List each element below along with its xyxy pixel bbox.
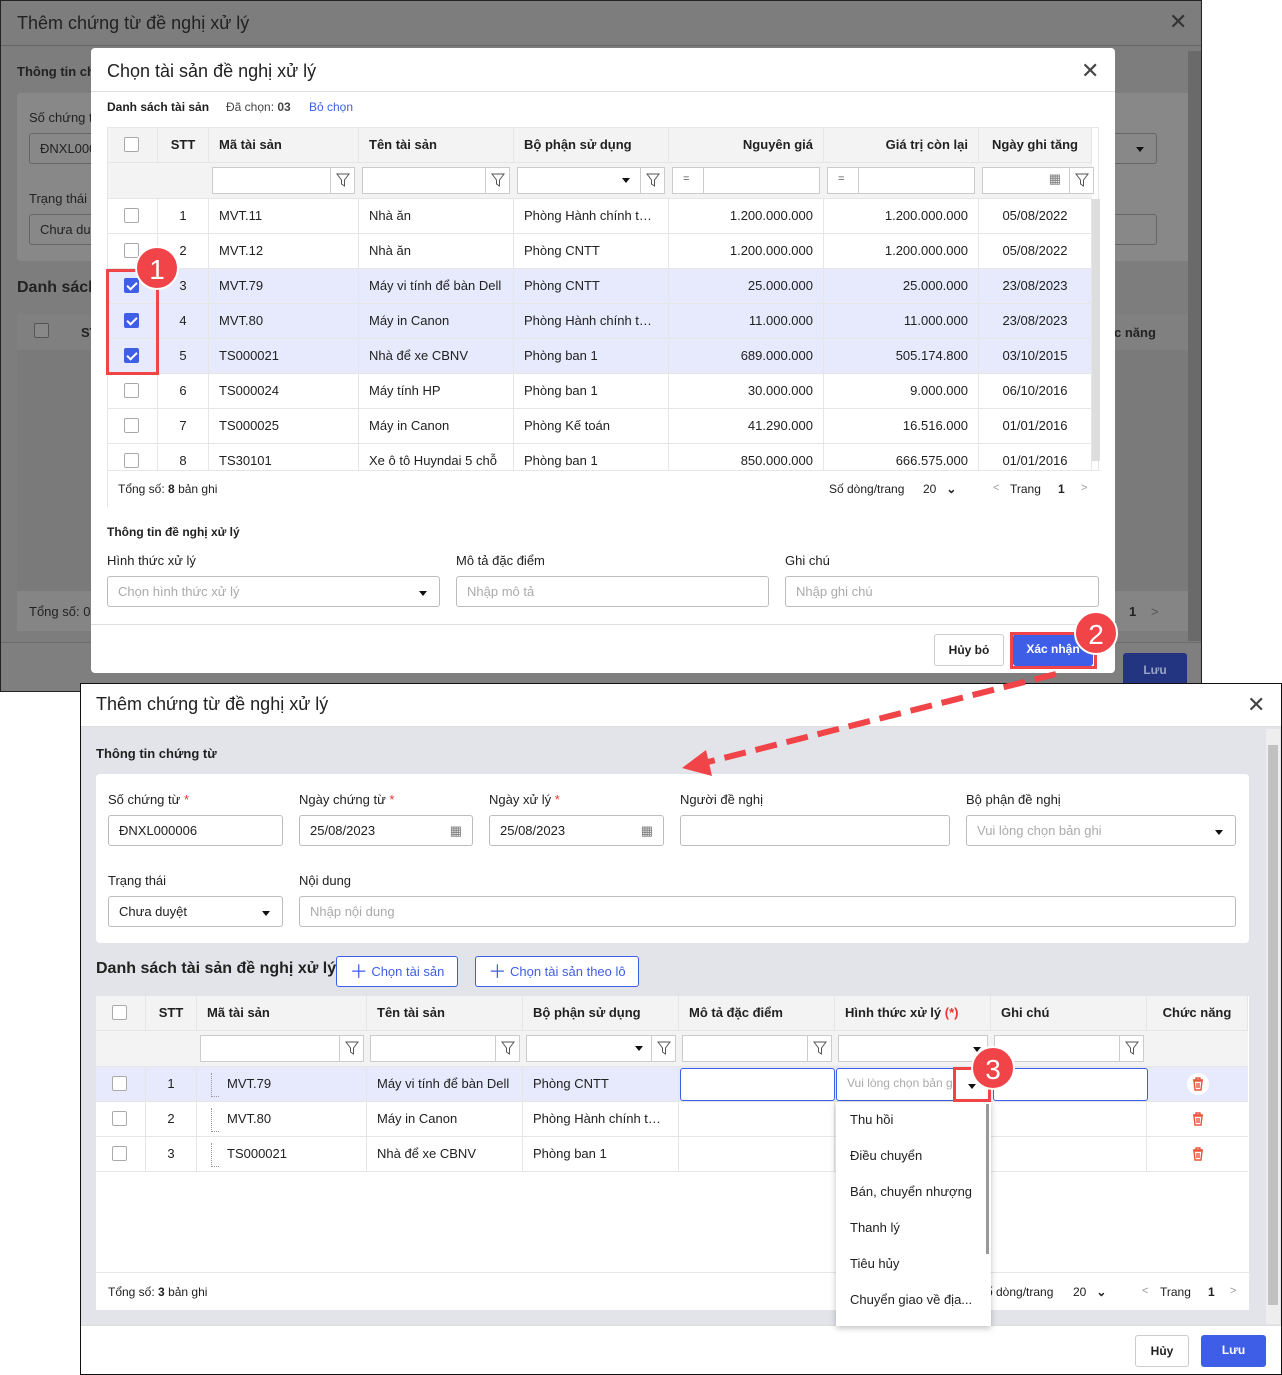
rows-per-page-select[interactable]: 20 ⌄	[923, 482, 956, 496]
total-records: Tổng số: 8 bản ghi	[118, 482, 218, 496]
annotation-arrow	[682, 671, 1057, 776]
rows-per-page-label: Số dòng/trang	[829, 482, 905, 496]
page-label: Trang	[1010, 482, 1041, 496]
next-page-button[interactable]: >	[1081, 482, 1087, 494]
page-number: 1	[1058, 482, 1065, 496]
prev-page-button[interactable]: <	[993, 482, 999, 494]
